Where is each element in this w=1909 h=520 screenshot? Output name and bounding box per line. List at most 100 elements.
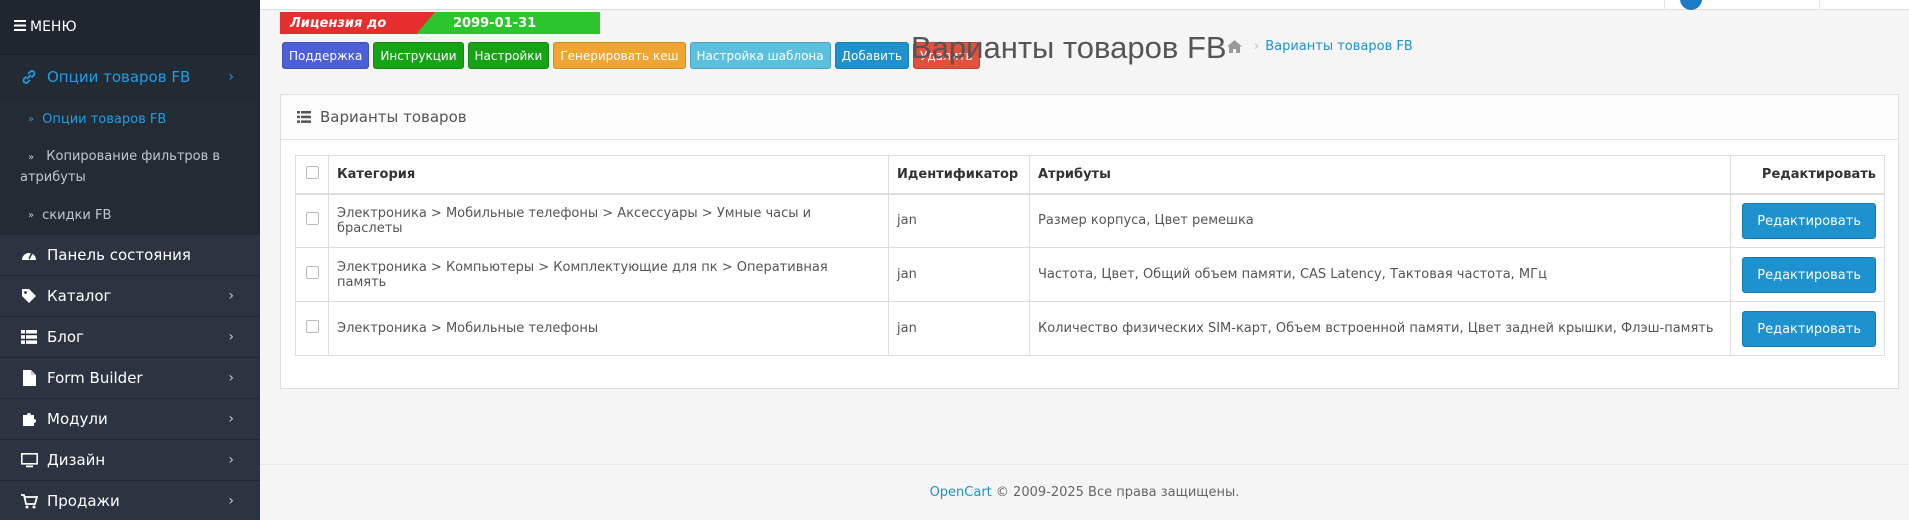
- row-checkbox[interactable]: [305, 212, 319, 226]
- cell-identifier: jan: [888, 247, 1030, 302]
- avatar[interactable]: [1680, 0, 1702, 10]
- cell-edit: Редактировать: [1730, 247, 1885, 302]
- header-divider: [1664, 0, 1665, 10]
- home-icon[interactable]: [1227, 40, 1242, 53]
- sidebar-item-catalog[interactable]: Каталог ›: [0, 276, 260, 317]
- tag-icon: [20, 288, 38, 304]
- toolbar: Поддержка Инструкции Настройки Генериров…: [282, 42, 980, 69]
- link-icon: [20, 69, 38, 85]
- puzzle-icon: [20, 411, 38, 427]
- template-settings-button[interactable]: Настройка шаблона: [689, 42, 831, 69]
- row-checkbox[interactable]: [305, 320, 319, 333]
- chevron-right-icon: ›: [228, 452, 234, 468]
- cell-attributes: Частота, Цвет, Общий объем памяти, CAS L…: [1029, 247, 1731, 302]
- sidebar-item-label: Продажи: [47, 492, 120, 510]
- cell-category: Электроника > Мобильные телефоны: [328, 301, 889, 356]
- sidebar-subitem-copy-filters[interactable]: » Копирование фильтров в атрибуты: [0, 139, 260, 195]
- sidebar: МЕНЮ Опции товаров FB › » Опции товаров …: [0, 0, 260, 520]
- support-button[interactable]: Поддержка: [282, 42, 370, 69]
- add-button[interactable]: Добавить: [834, 42, 910, 69]
- column-header-edit: Редактировать: [1730, 155, 1885, 195]
- variants-table: Категория Идентификатор Атрибуты Редакти…: [295, 155, 1885, 356]
- cell-identifier: jan: [888, 193, 1030, 248]
- double-chevron-icon: »: [28, 209, 35, 221]
- breadcrumb: › Варианты товаров FB: [1227, 39, 1413, 54]
- row-select-cell: [295, 247, 329, 302]
- sidebar-subitem-fb-options[interactable]: » Опции товаров FB: [0, 99, 260, 139]
- sidebar-item-label: Каталог: [47, 287, 112, 305]
- sidebar-item-design[interactable]: Дизайн ›: [0, 440, 260, 481]
- double-chevron-icon: »: [28, 152, 35, 163]
- license-date: 2099-01-31: [415, 12, 600, 34]
- file-icon: [20, 370, 38, 386]
- sidebar-subitem-label: Копирование фильтров в атрибуты: [20, 149, 221, 185]
- instructions-button[interactable]: Инструкции: [373, 42, 464, 69]
- variants-panel: Варианты товаров Категория Идентификатор…: [280, 94, 1899, 389]
- table-row: Электроника > Мобильные телефоны jan Кол…: [295, 301, 1885, 356]
- menu-label: МЕНЮ: [30, 19, 77, 35]
- breadcrumb-separator: ›: [1254, 39, 1260, 54]
- sidebar-item-dashboard[interactable]: Панель состояния: [0, 235, 260, 276]
- row-checkbox[interactable]: [305, 266, 319, 279]
- sidebar-item-label: Form Builder: [47, 369, 143, 387]
- cart-icon: [20, 493, 38, 509]
- panel-heading: Варианты товаров: [281, 95, 1898, 140]
- chevron-right-icon: ›: [228, 370, 234, 386]
- chevron-right-icon: ›: [228, 68, 234, 85]
- table-header-row: Категория Идентификатор Атрибуты Редакти…: [295, 155, 1885, 195]
- cell-edit: Редактировать: [1730, 301, 1885, 356]
- column-header-attributes[interactable]: Атрибуты: [1029, 155, 1731, 195]
- sidebar-subitem-label: скидки FB: [42, 207, 112, 223]
- cell-category: Электроника > Компьютеры > Комплектующие…: [328, 247, 889, 302]
- cell-attributes: Размер корпуса, Цвет ремешка: [1029, 193, 1731, 248]
- header-divider: [1819, 0, 1820, 10]
- footer-copyright: © 2009-2025 Все права защищены.: [995, 485, 1240, 500]
- chevron-right-icon: ›: [228, 288, 234, 304]
- page-title: Варианты товаров FB: [911, 30, 1227, 65]
- cell-category: Электроника > Мобильные телефоны > Аксес…: [328, 193, 889, 248]
- breadcrumb-current[interactable]: Варианты товаров FB: [1265, 39, 1413, 54]
- sidebar-item-sales[interactable]: Продажи ›: [0, 481, 260, 520]
- table-row: Электроника > Мобильные телефоны > Аксес…: [295, 193, 1885, 248]
- panel-title: Варианты товаров: [320, 108, 467, 126]
- sidebar-item-blog[interactable]: Блог ›: [0, 317, 260, 358]
- double-chevron-icon: »: [28, 113, 35, 125]
- cell-edit: Редактировать: [1730, 193, 1885, 248]
- sidebar-item-form-builder[interactable]: Form Builder ›: [0, 358, 260, 399]
- chevron-right-icon: ›: [228, 493, 234, 509]
- chevron-right-icon: ›: [228, 411, 234, 427]
- list-icon: [297, 111, 311, 123]
- sidebar-item-label: Блог: [47, 328, 84, 346]
- generate-cache-button[interactable]: Генерировать кеш: [553, 42, 686, 69]
- sidebar-subitem-label: Опции товаров FB: [42, 111, 167, 127]
- hamburger-icon: [14, 19, 26, 35]
- main-content: Лицензия до 2099-01-31 Поддержка Инструк…: [260, 10, 1909, 520]
- row-select-cell: [295, 193, 329, 248]
- dashboard-icon: [20, 248, 38, 262]
- row-select-cell: [295, 301, 329, 356]
- edit-button[interactable]: Редактировать: [1742, 202, 1876, 239]
- list-icon: [20, 330, 38, 344]
- desktop-icon: [20, 452, 38, 468]
- license-banner: Лицензия до 2099-01-31: [280, 12, 600, 34]
- edit-button[interactable]: Редактировать: [1742, 256, 1876, 293]
- table-row: Электроника > Компьютеры > Комплектующие…: [295, 247, 1885, 302]
- chevron-right-icon: ›: [228, 329, 234, 345]
- footer: OpenCart © 2009-2025 Все права защищены.: [260, 464, 1909, 500]
- edit-button[interactable]: Редактировать: [1742, 310, 1876, 347]
- select-all-cell: [295, 155, 329, 195]
- footer-brand-link[interactable]: OpenCart: [930, 485, 992, 500]
- select-all-checkbox[interactable]: [305, 165, 319, 179]
- cell-attributes: Количество физических SIM-карт, Объем вс…: [1029, 301, 1731, 356]
- sidebar-item-label: Панель состояния: [47, 246, 191, 264]
- sidebar-item-fb-options[interactable]: Опции товаров FB ›: [0, 55, 260, 99]
- sidebar-item-label: Дизайн: [47, 451, 106, 469]
- sidebar-item-label: Модули: [47, 410, 108, 428]
- menu-toggle[interactable]: МЕНЮ: [0, 0, 260, 55]
- settings-button[interactable]: Настройки: [467, 42, 550, 69]
- sidebar-subitem-discounts[interactable]: » скидки FB: [0, 195, 260, 235]
- column-header-category[interactable]: Категория: [328, 155, 889, 195]
- sidebar-item-label: Опции товаров FB: [47, 67, 191, 86]
- sidebar-item-modules[interactable]: Модули ›: [0, 399, 260, 440]
- column-header-identifier[interactable]: Идентификатор: [888, 155, 1030, 195]
